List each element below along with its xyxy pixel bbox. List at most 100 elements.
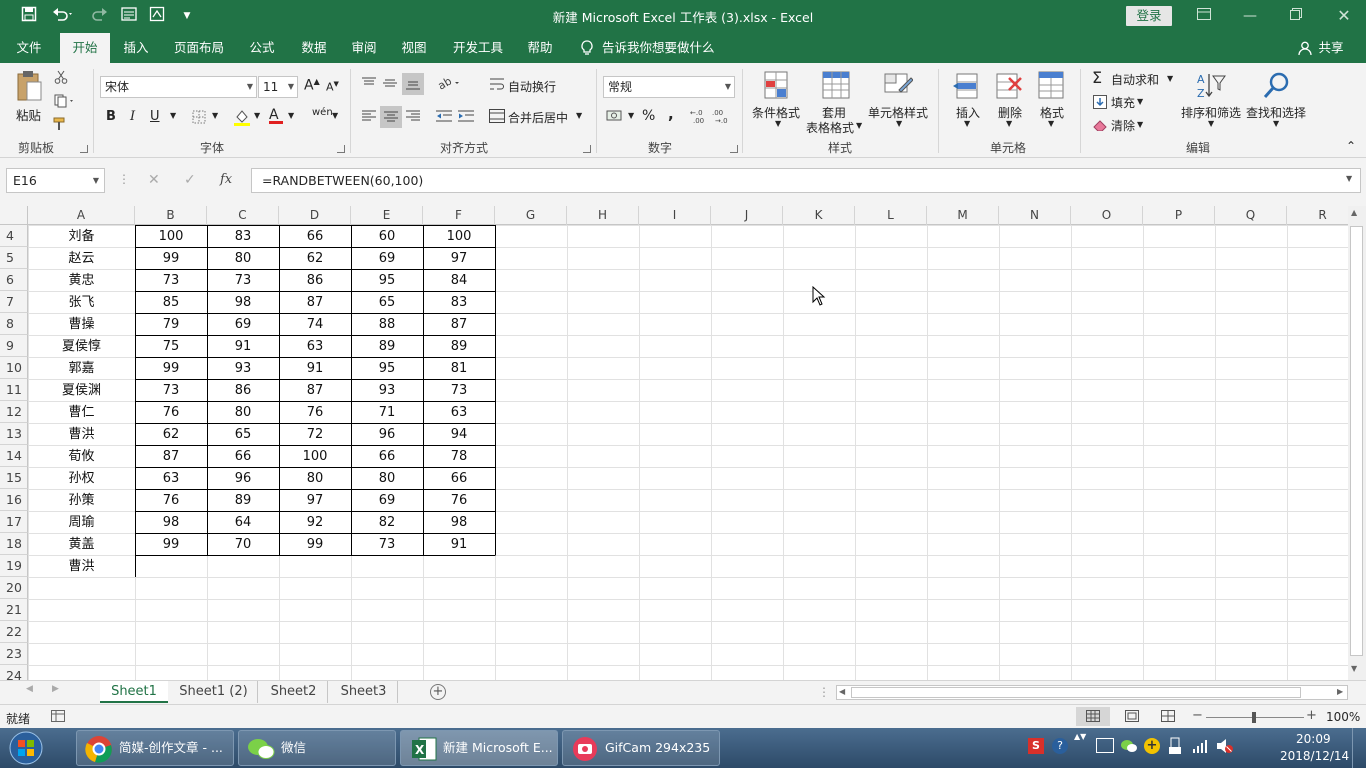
paste-icon[interactable] xyxy=(14,69,44,103)
scroll-thumb[interactable] xyxy=(1350,226,1363,656)
collapse-ribbon-icon[interactable]: ⌃ xyxy=(1346,139,1356,153)
cell-name[interactable]: 曹仁 xyxy=(28,401,135,423)
wechat-tray-icon[interactable] xyxy=(1120,738,1138,757)
cell-score[interactable]: 65 xyxy=(207,423,279,445)
cell-score[interactable]: 76 xyxy=(135,489,207,511)
cell-name[interactable]: 夏侯渊 xyxy=(28,379,135,401)
tab-home[interactable]: 开始 xyxy=(60,33,110,63)
column-header[interactable]: N xyxy=(999,206,1071,225)
show-desktop-button[interactable] xyxy=(1352,728,1366,768)
cell-score[interactable]: 99 xyxy=(279,533,351,555)
cell-score[interactable]: 76 xyxy=(135,401,207,423)
cell-score[interactable]: 95 xyxy=(351,357,423,379)
redo-icon[interactable] xyxy=(86,6,112,26)
phonetic-button[interactable]: wén xyxy=(312,107,333,118)
row-header[interactable]: 7 xyxy=(0,291,28,313)
column-header[interactable]: J xyxy=(711,206,783,225)
cell-score[interactable]: 91 xyxy=(279,357,351,379)
font-launcher-icon[interactable] xyxy=(337,145,345,153)
enter-icon[interactable]: ✓ xyxy=(184,172,196,188)
cell-score[interactable]: 99 xyxy=(135,247,207,269)
clock-date[interactable]: 2018/12/14 xyxy=(1280,749,1349,763)
undo-icon[interactable] xyxy=(50,6,76,26)
row-header[interactable]: 8 xyxy=(0,313,28,335)
find-select-icon[interactable] xyxy=(1260,69,1294,103)
accounting-format-icon[interactable] xyxy=(605,107,627,125)
tab-formulas[interactable]: 公式 xyxy=(240,33,284,63)
cell-score[interactable]: 60 xyxy=(351,225,423,247)
display-icon[interactable] xyxy=(1096,738,1114,753)
vertical-scrollbar[interactable]: ▲ ▼ xyxy=(1348,206,1366,680)
cell-styles-icon[interactable] xyxy=(882,69,914,103)
cell-name[interactable]: 孙权 xyxy=(28,467,135,489)
autosum-icon[interactable]: Σ xyxy=(1092,68,1102,87)
font-size-select[interactable]: 11 ▼ xyxy=(258,76,298,98)
tab-view[interactable]: 视图 xyxy=(392,33,436,63)
cell-score[interactable]: 69 xyxy=(351,489,423,511)
cell-score[interactable]: 86 xyxy=(207,379,279,401)
shrink-font-button[interactable]: A▼ xyxy=(326,80,339,94)
taskbar-item-wechat[interactable]: 微信 xyxy=(238,730,396,766)
chevron-down-icon[interactable]: ▼ xyxy=(288,111,294,120)
chevron-down-icon[interactable]: ▼ xyxy=(212,111,218,120)
cell-score[interactable]: 96 xyxy=(207,467,279,489)
percent-button[interactable]: % xyxy=(642,108,655,124)
cell-name[interactable] xyxy=(28,643,135,665)
tray-expand-icon[interactable]: ▲▼ xyxy=(1074,732,1086,741)
column-header[interactable]: Q xyxy=(1215,206,1287,225)
cell-score[interactable]: 76 xyxy=(423,489,495,511)
name-box[interactable]: E16 ▼ xyxy=(6,168,105,193)
format-painter-icon[interactable] xyxy=(52,116,70,132)
volume-muted-icon[interactable] xyxy=(1216,738,1234,757)
page-layout-view-icon[interactable] xyxy=(1124,709,1140,723)
align-top-icon[interactable] xyxy=(360,75,378,91)
cell-score[interactable]: 73 xyxy=(207,269,279,291)
cell-name[interactable]: 荀攸 xyxy=(28,445,135,467)
cell-name[interactable]: 赵云 xyxy=(28,247,135,269)
cell-name[interactable]: 郭嘉 xyxy=(28,357,135,379)
cell-score[interactable]: 98 xyxy=(135,511,207,533)
tab-file[interactable]: 文件 xyxy=(6,33,52,63)
login-button[interactable]: 登录 xyxy=(1126,6,1172,26)
chevron-down-icon[interactable]: ▼ xyxy=(254,111,260,120)
row-header[interactable]: 20 xyxy=(0,577,28,599)
row-header[interactable]: 16 xyxy=(0,489,28,511)
cell-score[interactable]: 98 xyxy=(423,511,495,533)
cell-score[interactable]: 66 xyxy=(279,225,351,247)
cell-score[interactable]: 86 xyxy=(279,269,351,291)
row-header[interactable]: 13 xyxy=(0,423,28,445)
row-header[interactable]: 12 xyxy=(0,401,28,423)
zoom-level[interactable]: 100% xyxy=(1326,710,1360,724)
cell-name[interactable]: 曹洪 xyxy=(28,423,135,445)
zoom-in-icon[interactable]: + xyxy=(1306,708,1317,723)
cell-score[interactable]: 99 xyxy=(135,533,207,555)
cell-name[interactable]: 曹操 xyxy=(28,313,135,335)
cell-score[interactable]: 89 xyxy=(207,489,279,511)
column-header[interactable]: B xyxy=(135,206,207,225)
format-cells-icon[interactable] xyxy=(1036,69,1066,103)
cell-score[interactable]: 83 xyxy=(207,225,279,247)
italic-button[interactable]: I xyxy=(130,109,135,124)
align-center-icon[interactable] xyxy=(380,106,402,128)
sheet-tab-sheet1[interactable]: Sheet1 xyxy=(100,681,168,703)
restore-icon[interactable] xyxy=(1276,4,1316,28)
cell-score[interactable]: 66 xyxy=(351,445,423,467)
row-header[interactable]: 17 xyxy=(0,511,28,533)
column-header[interactable]: E xyxy=(351,206,423,225)
sheet-tab-sheet1-2[interactable]: Sheet1 (2) xyxy=(170,681,258,703)
cell-score[interactable]: 74 xyxy=(279,313,351,335)
cell-score[interactable]: 76 xyxy=(279,401,351,423)
plus-tray-icon[interactable]: + xyxy=(1144,738,1160,754)
ribbon-display-icon[interactable] xyxy=(1184,4,1224,28)
row-header[interactable]: 24 xyxy=(0,665,28,680)
cell-name[interactable]: 孙策 xyxy=(28,489,135,511)
cell-score[interactable]: 93 xyxy=(351,379,423,401)
chevron-down-icon[interactable]: ▼ xyxy=(576,111,582,120)
zoom-out-icon[interactable]: − xyxy=(1192,708,1203,723)
row-header[interactable]: 22 xyxy=(0,621,28,643)
cut-icon[interactable] xyxy=(52,69,70,85)
cell-score[interactable]: 79 xyxy=(135,313,207,335)
page-break-view-icon[interactable] xyxy=(1160,709,1176,723)
cell-score[interactable]: 78 xyxy=(423,445,495,467)
cell-name[interactable] xyxy=(28,665,135,680)
